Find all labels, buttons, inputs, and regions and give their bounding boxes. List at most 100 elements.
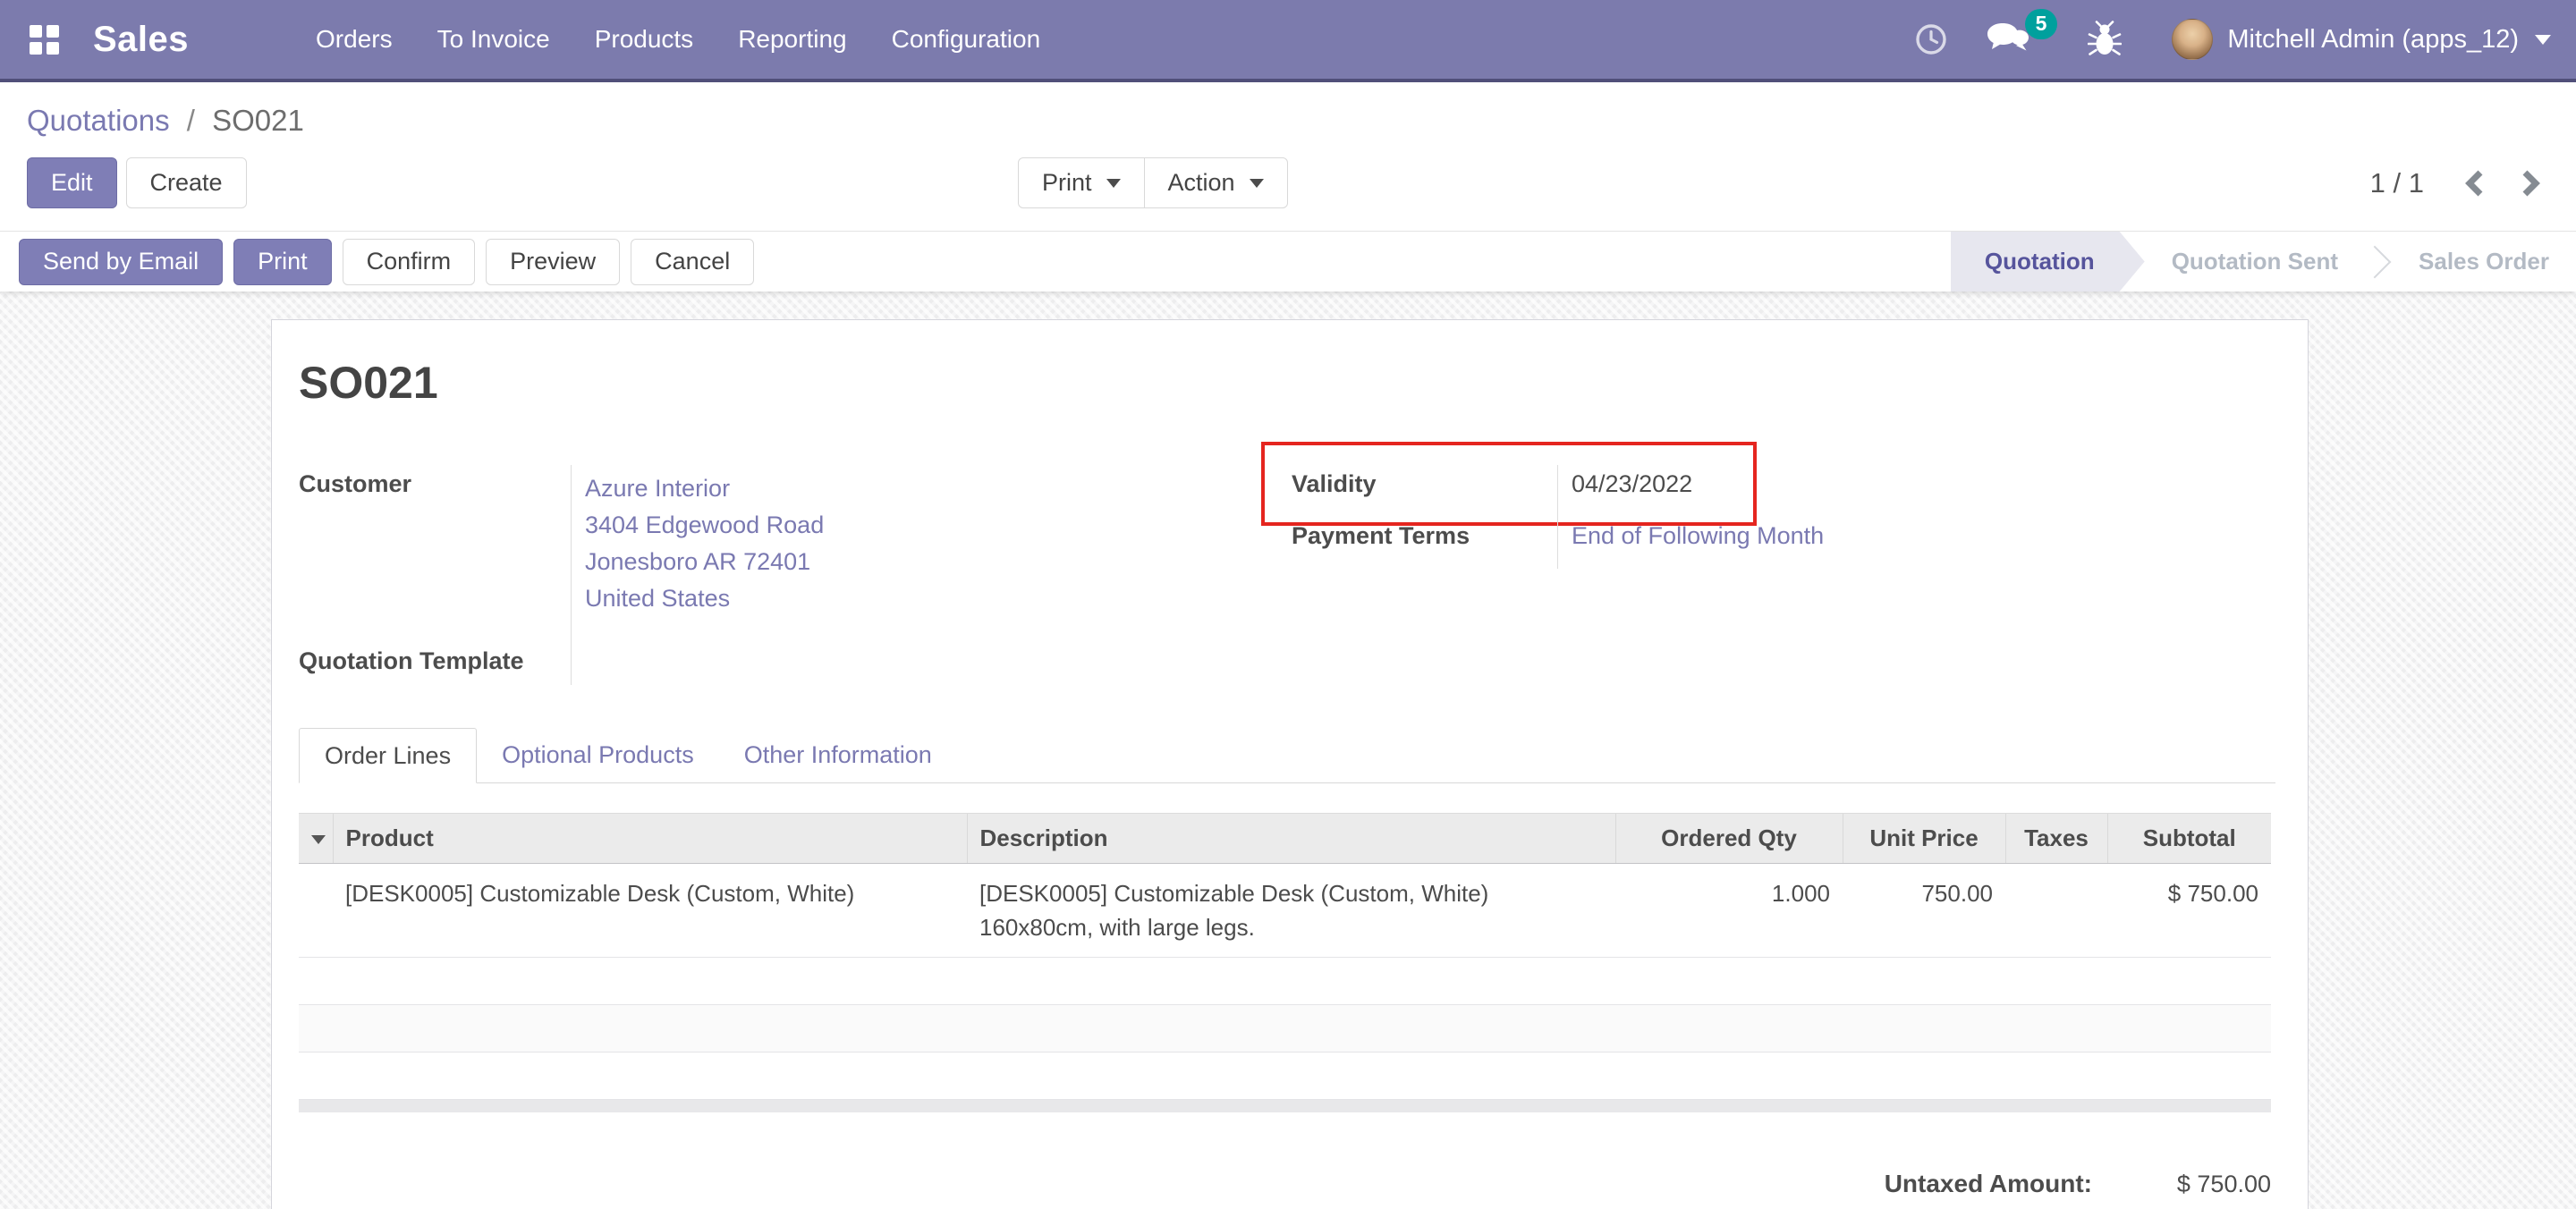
product-cell: [DESK0005] Customizable Desk (Custom, Wh… [333, 864, 967, 958]
quotation-template-field-row: Quotation Template [299, 642, 1220, 685]
left-field-column: Customer Azure Interior 3404 Edgewood Ro… [299, 465, 1220, 685]
messages-icon[interactable]: 5 [1986, 21, 2030, 57]
confirm-button[interactable]: Confirm [343, 239, 476, 285]
print-button[interactable]: Print [233, 239, 332, 285]
customer-name-link[interactable]: Azure Interior [585, 470, 1220, 507]
breadcrumb-quotations[interactable]: Quotations [27, 104, 170, 137]
column-ordered-qty[interactable]: Ordered Qty [1615, 814, 1843, 864]
chevron-down-icon [2535, 35, 2551, 45]
messages-count-badge: 5 [2025, 9, 2058, 39]
menu-configuration[interactable]: Configuration [892, 25, 1041, 54]
customer-country: United States [585, 580, 1220, 617]
sort-caret-icon [311, 835, 326, 844]
customer-field-value[interactable]: Azure Interior 3404 Edgewood Road Jonesb… [571, 465, 1220, 642]
edit-button[interactable]: Edit [27, 157, 117, 208]
validity-field-row: Validity 04/23/2022 [1292, 465, 2275, 517]
right-field-column: Validity 04/23/2022 Payment Terms End of… [1292, 465, 2275, 685]
notebook-tabs: Order Lines Optional Products Other Info… [299, 728, 2275, 783]
state-sales-order[interactable]: Sales Order [2392, 232, 2576, 292]
breadcrumb-current: SO021 [212, 104, 304, 137]
ordered-qty-cell: 1.000 [1615, 864, 1843, 958]
empty-row [299, 958, 2271, 1005]
validity-label: Validity [1292, 465, 1557, 517]
quotation-title: SO021 [299, 358, 2275, 408]
field-group: Customer Azure Interior 3404 Edgewood Ro… [299, 465, 2275, 685]
menu-products[interactable]: Products [595, 25, 694, 54]
activities-clock-icon[interactable] [1914, 22, 1948, 56]
pager-previous-icon[interactable] [2463, 169, 2485, 198]
column-product[interactable]: Product [333, 814, 967, 864]
menu-reporting[interactable]: Reporting [738, 25, 846, 54]
quotation-template-label: Quotation Template [299, 642, 571, 685]
tab-other-information[interactable]: Other Information [719, 728, 957, 782]
state-quotation[interactable]: Quotation [1951, 232, 2145, 292]
debug-bug-icon[interactable] [2088, 21, 2122, 58]
quotation-sheet: SO021 Customer Azure Interior 3404 Edgew… [271, 319, 2309, 1209]
order-lines-table: Product Description Ordered Qty Unit Pri… [299, 813, 2271, 1100]
column-description[interactable]: Description [967, 814, 1615, 864]
validity-value: 04/23/2022 [1557, 465, 2275, 517]
systray: 5 Mitchell Admin (apps_12) [1914, 19, 2551, 60]
customer-street: 3404 Edgewood Road [585, 507, 1220, 544]
payment-terms-field-row: Payment Terms End of Following Month [1292, 517, 2275, 569]
description-cell: [DESK0005] Customizable Desk (Custom, Wh… [967, 864, 1615, 958]
top-navbar: Sales Orders To Invoice Products Reporti… [0, 0, 2576, 82]
chevron-down-icon [1106, 179, 1121, 188]
chevron-down-icon [1250, 179, 1264, 188]
pager-value: 1 / 1 [2370, 167, 2424, 199]
statusbar: Send by Email Print Confirm Preview Canc… [0, 231, 2576, 292]
grid-icon [30, 25, 59, 55]
payment-terms-value-link[interactable]: End of Following Month [1572, 522, 1824, 549]
cancel-button[interactable]: Cancel [631, 239, 754, 285]
form-view: SO021 Customer Azure Interior 3404 Edgew… [0, 292, 2576, 1209]
column-taxes[interactable]: Taxes [2005, 814, 2107, 864]
app-name[interactable]: Sales [93, 20, 189, 60]
column-subtotal[interactable]: Subtotal [2107, 814, 2271, 864]
empty-row [299, 1053, 2271, 1100]
state-pipeline: Quotation Quotation Sent Sales Order [1951, 232, 2576, 292]
quotation-template-value[interactable] [571, 642, 1220, 685]
sort-header[interactable] [299, 814, 333, 864]
user-menu[interactable]: Mitchell Admin (apps_12) [2172, 19, 2551, 60]
action-menu-label: Action [1168, 169, 1235, 197]
description-line-2: 160x80cm, with large legs. [979, 910, 1603, 944]
column-unit-price[interactable]: Unit Price [1843, 814, 2005, 864]
tab-order-lines[interactable]: Order Lines [299, 728, 477, 783]
untaxed-amount-value: $ 750.00 [2092, 1171, 2271, 1198]
table-end-bar [299, 1100, 2271, 1112]
user-avatar [2172, 19, 2213, 60]
apps-menu-icon[interactable] [27, 22, 61, 56]
form-buttons: Edit Create [27, 157, 247, 208]
pager-next-icon[interactable] [2521, 169, 2542, 198]
unit-price-cell: 750.00 [1843, 864, 2005, 958]
main-menu: Orders To Invoice Products Reporting Con… [316, 25, 1040, 54]
action-menus: Print Action [1018, 157, 1288, 208]
table-header-row: Product Description Ordered Qty Unit Pri… [299, 814, 2271, 864]
print-menu-button[interactable]: Print [1018, 157, 1145, 208]
print-menu-label: Print [1042, 169, 1092, 197]
breadcrumb: Quotations / SO021 [27, 104, 2576, 138]
subtotal-cell: $ 750.00 [2107, 864, 2271, 958]
menu-to-invoice[interactable]: To Invoice [437, 25, 550, 54]
row-handle-cell [299, 864, 333, 958]
description-line-1: [DESK0005] Customizable Desk (Custom, Wh… [979, 876, 1603, 910]
preview-button[interactable]: Preview [486, 239, 620, 285]
menu-orders[interactable]: Orders [316, 25, 393, 54]
send-by-email-button[interactable]: Send by Email [19, 239, 223, 285]
customer-city: Jonesboro AR 72401 [585, 544, 1220, 580]
state-separator-chevron [2365, 232, 2392, 292]
customer-field-row: Customer Azure Interior 3404 Edgewood Ro… [299, 465, 1220, 642]
tab-optional-products[interactable]: Optional Products [477, 728, 719, 782]
totals-section: Untaxed Amount: $ 750.00 Taxes: $ 0.00 [299, 1170, 2271, 1209]
empty-row [299, 1005, 2271, 1053]
order-line-row[interactable]: [DESK0005] Customizable Desk (Custom, Wh… [299, 864, 2271, 958]
create-button[interactable]: Create [126, 157, 247, 208]
taxes-cell [2005, 864, 2107, 958]
payment-terms-label: Payment Terms [1292, 517, 1557, 569]
action-menu-button[interactable]: Action [1144, 157, 1288, 208]
untaxed-amount-row: Untaxed Amount: $ 750.00 [1885, 1170, 2271, 1198]
control-panel: Quotations / SO021 Edit Create Print Act… [0, 82, 2576, 231]
user-name: Mitchell Admin (apps_12) [2227, 25, 2519, 55]
state-quotation-sent[interactable]: Quotation Sent [2145, 232, 2365, 292]
breadcrumb-separator: / [187, 104, 195, 137]
